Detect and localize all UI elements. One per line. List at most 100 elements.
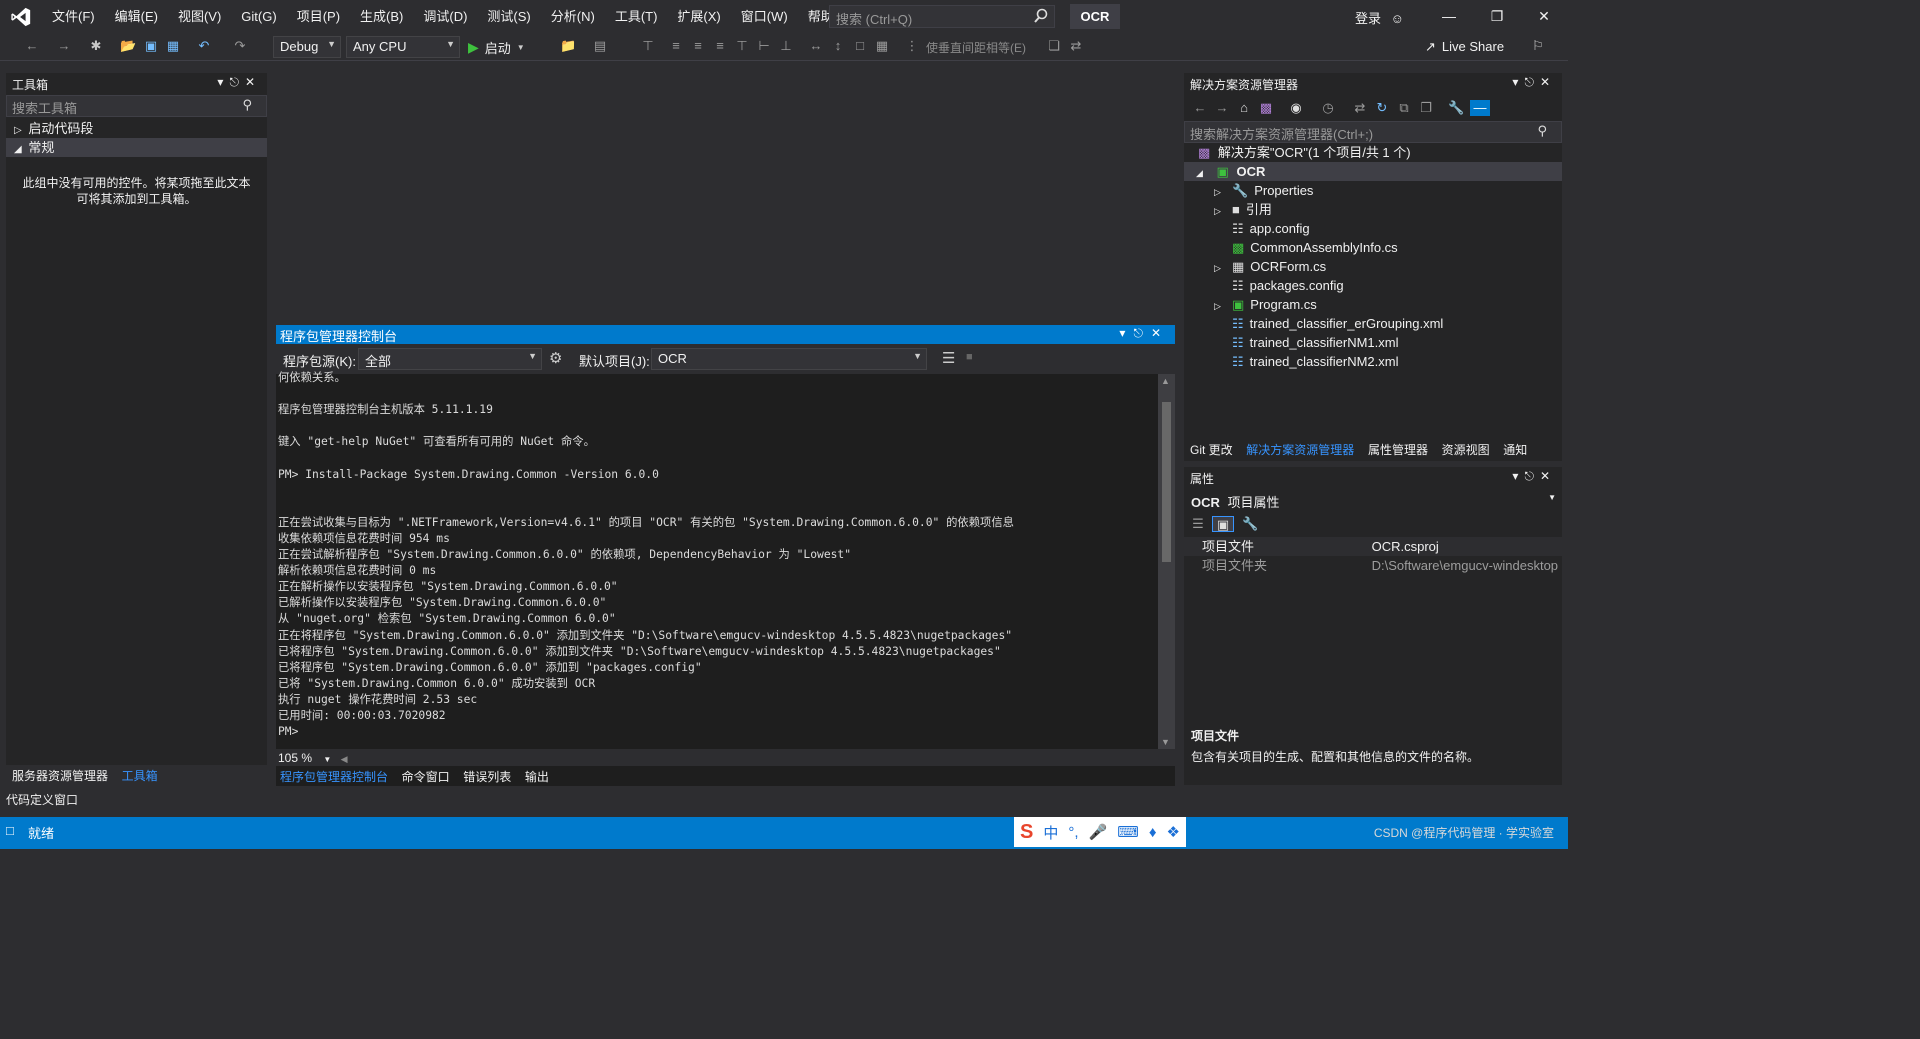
toolbox-group-general[interactable]: ◢ 常规 [6,138,267,157]
solution-root-node[interactable]: ▩ 解决方案"OCR"(1 个项目/共 1 个) [1184,143,1562,162]
solution-item[interactable]: ▷ ■ 引用 [1184,200,1562,219]
pin-icon[interactable]: ⎋ [1524,469,1540,483]
categorized-icon[interactable]: ☰ [1190,516,1206,532]
solution-item[interactable]: ☷ packages.config [1184,276,1562,295]
toolbox-search-input[interactable]: 搜索工具箱 ⚲ [6,95,267,117]
align-top-icon[interactable]: ⊤ [734,38,750,54]
solution-item[interactable]: ☷ trained_classifier_erGrouping.xml [1184,314,1562,333]
git-icon[interactable]: ◉ [1288,100,1304,116]
tab-package-manager-console[interactable]: 程序包管理器控制台 [280,770,388,784]
punctuation-icon[interactable]: °, [1068,824,1078,841]
menu-tools[interactable]: 工具(T) [605,0,668,33]
sync-icon[interactable]: ⇄ [1352,100,1368,116]
save-all-icon[interactable]: ▦ [165,38,181,54]
forward-icon[interactable]: → [1214,100,1230,116]
dropdown-icon[interactable]: ▾ [1119,326,1133,340]
tab-resource-view[interactable]: 资源视图 [1442,443,1490,457]
menu-file[interactable]: 文件(F) [42,0,105,33]
dropdown-icon[interactable]: ▾ [217,75,229,89]
toolbox-grid-icon[interactable]: ❖ [1167,823,1180,841]
tab-solution-explorer[interactable]: 解决方案资源管理器 [1246,443,1354,457]
align-left-icon[interactable]: ≡ [668,38,684,54]
solution-item[interactable]: ☷ app.config [1184,219,1562,238]
menu-view[interactable]: 视图(V) [168,0,231,33]
restore-button[interactable]: ❐ [1474,0,1520,33]
collapse-all-icon[interactable]: ⧉ [1396,100,1412,116]
switch-views-icon[interactable]: ▩ [1258,100,1274,116]
same-width-icon[interactable]: ↔ [808,38,824,54]
stop-icon[interactable]: ■ [966,351,973,363]
vertical-spacing-icon[interactable]: ⋮ [904,38,920,54]
tab-order-icon[interactable]: ⇄ [1068,38,1084,54]
keyboard-icon[interactable]: ⌨ [1117,823,1139,841]
console-output[interactable]: 何依赖关系。 程序包管理器控制台主机版本 5.11.1.19 键入 "get-h… [278,370,1158,748]
pin-icon[interactable]: ⎋ [1133,326,1151,340]
pin-icon[interactable]: ⎋ [1524,75,1540,89]
open-folder-icon[interactable]: 📂 [120,38,136,54]
sogou-logo-icon[interactable]: S [1020,821,1033,844]
menu-edit[interactable]: 编辑(E) [105,0,168,33]
settings-gear-icon[interactable]: ⚙ [549,349,562,367]
menu-build[interactable]: 生成(B) [350,0,413,33]
tab-property-manager[interactable]: 属性管理器 [1368,443,1428,457]
new-project-icon[interactable]: ✱ [88,38,104,54]
pending-changes-filter-icon[interactable]: ◷ [1320,100,1336,116]
solution-item[interactable]: ☷ trained_classifierNM1.xml [1184,333,1562,352]
close-icon[interactable]: ✕ [1151,326,1169,340]
dropdown-icon[interactable]: ▾ [1512,75,1524,89]
tab-server-explorer[interactable]: 服务器资源管理器 [12,769,108,783]
tab-notifications[interactable]: 通知 [1503,443,1527,457]
align-icon[interactable]: ⊤ [640,38,656,54]
show-all-files-icon[interactable]: ❐ [1418,100,1434,116]
back-icon[interactable]: ← [1192,100,1208,116]
align-right-icon[interactable]: ≡ [712,38,728,54]
align-bottom-icon[interactable]: ⊥ [778,38,794,54]
same-size-icon[interactable]: □ [852,38,868,54]
minimize-button[interactable]: — [1426,0,1472,33]
dropdown-icon[interactable]: ▾ [1512,469,1524,483]
solution-search-input[interactable]: 搜索解决方案资源管理器(Ctrl+;) ⚲ [1184,121,1562,143]
menu-test[interactable]: 测试(S) [477,0,540,33]
tab-error-list[interactable]: 错误列表 [463,770,511,784]
skin-icon[interactable]: ♦ [1149,824,1157,841]
tab-git-changes[interactable]: Git 更改 [1190,443,1233,457]
menu-project[interactable]: 项目(P) [287,0,350,33]
console-vertical-scrollbar[interactable]: ▲ ▼ [1158,374,1175,749]
live-share-button[interactable]: ↗ Live Share [1425,39,1504,55]
scroll-up-icon[interactable]: ▲ [1161,376,1170,386]
align-center-icon[interactable]: ≡ [690,38,706,54]
close-icon[interactable]: ✕ [1540,75,1556,89]
undo-icon[interactable]: ↶ [196,38,212,54]
property-pages-icon[interactable]: ▣ [1212,516,1234,532]
ime-language[interactable]: 中 [1043,822,1058,843]
redo-icon[interactable]: ↷ [232,38,248,54]
make-vertical-spacing-equal-label[interactable]: 使垂直间距相等(E) [926,39,1026,56]
zoom-level[interactable]: 105 % [278,751,312,765]
menu-analyze[interactable]: 分析(N) [541,0,605,33]
menu-window[interactable]: 窗口(W) [731,0,798,33]
code-definition-window-tab[interactable]: 代码定义窗口 [6,791,78,808]
solution-item[interactable]: ☷ trained_classifierNM2.xml [1184,352,1562,371]
home-icon[interactable]: ⌂ [1236,100,1252,116]
scroll-down-icon[interactable]: ▼ [1161,737,1170,747]
solution-item[interactable]: ▷ 🔧 Properties [1184,181,1562,200]
property-row-project-file[interactable]: 项目文件 OCR.csproj [1184,537,1562,556]
solution-item[interactable]: ▷ ▦ OCRForm.cs [1184,257,1562,276]
property-row-project-folder[interactable]: 项目文件夹 D:\Software\emgucv-windesktop [1184,556,1562,575]
grid-icon[interactable]: ▦ [874,38,890,54]
same-height-icon[interactable]: ↕ [830,38,846,54]
pin-icon[interactable]: ⎋ [229,75,245,89]
close-icon[interactable]: ✕ [1540,469,1556,483]
back-icon[interactable]: ← [24,38,40,54]
bring-front-icon[interactable]: ❏ [1046,38,1062,54]
tab-command-window[interactable]: 命令窗口 [402,770,450,784]
refresh-icon[interactable]: ↻ [1374,100,1390,116]
global-search-input[interactable]: 搜索 (Ctrl+Q) [829,5,1055,28]
platform-select[interactable]: Any CPU ▼ [346,36,460,58]
forward-icon[interactable]: → [56,38,72,54]
property-pages-wrench-icon[interactable]: 🔧 [1242,516,1258,532]
tab-toolbox[interactable]: 工具箱 [122,769,158,783]
preview-icon[interactable]: — [1470,100,1490,116]
save-icon[interactable]: ▣ [143,38,159,54]
configuration-select[interactable]: Debug ▼ [273,36,341,58]
